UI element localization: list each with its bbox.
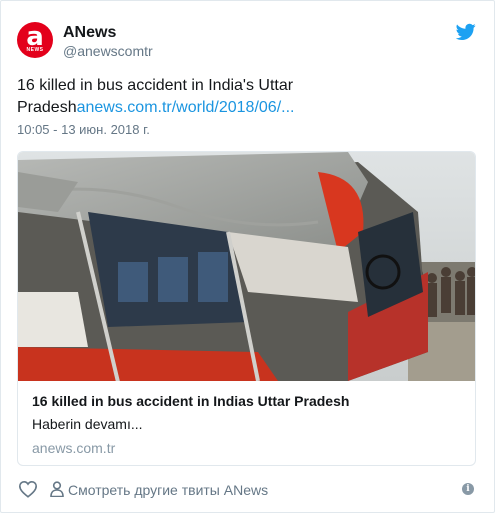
card-title[interactable]: 16 killed in bus accident in Indias Utta… <box>32 392 349 410</box>
heart-icon[interactable] <box>18 480 38 498</box>
twitter-bird-icon[interactable] <box>456 23 476 41</box>
avatar[interactable]: a NEWS <box>17 22 53 58</box>
info-icon[interactable]: i <box>462 483 474 495</box>
tweet-text: 16 killed in bus accident in India's Utt… <box>17 75 417 119</box>
avatar-logo-subtext: NEWS <box>26 47 44 53</box>
author-handle[interactable]: @anewscomtr <box>63 43 153 59</box>
tweet-timestamp[interactable]: 10:05 - 13 июн. 2018 г. <box>17 122 150 137</box>
tweet-link[interactable]: anews.com.tr/world/2018/06/... <box>77 99 295 116</box>
more-tweets-link[interactable]: Смотреть другие твиты ANews <box>68 482 268 498</box>
card-description: Haberin devamı... <box>32 416 143 432</box>
bus-accident-photo[interactable] <box>18 152 476 381</box>
card-domain: anews.com.tr <box>32 440 116 456</box>
link-card[interactable]: 16 killed in bus accident in Indias Utta… <box>17 151 476 466</box>
embedded-tweet: a NEWS ANews @anewscomtr 16 killed in bu… <box>0 0 495 513</box>
person-icon <box>50 481 64 497</box>
author-display-name[interactable]: ANews <box>63 24 116 42</box>
